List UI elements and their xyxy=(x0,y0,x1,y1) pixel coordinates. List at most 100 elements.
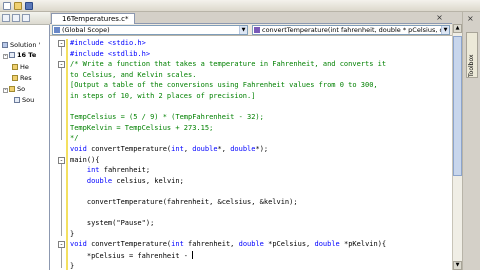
save-icon[interactable] xyxy=(25,2,33,10)
fold-toggle-icon[interactable]: - xyxy=(58,61,65,69)
code-token: double xyxy=(86,176,113,185)
code-token: int xyxy=(171,240,184,249)
close-icon[interactable]: × xyxy=(435,13,444,22)
code-token: double xyxy=(314,240,340,249)
source-file-node[interactable]: Sou xyxy=(14,96,34,104)
code-token: , xyxy=(183,145,193,153)
code-token: to Celsius, and Kelvin scales. xyxy=(70,70,197,79)
top-toolbar xyxy=(0,0,480,12)
fold-toggle-icon[interactable]: - xyxy=(58,241,65,249)
code-line: void convertTemperature(int fahrenheit, … xyxy=(70,240,386,249)
code-token: in steps of 10, with 2 places of precisi… xyxy=(70,92,256,100)
close-icon[interactable]: × xyxy=(467,14,474,23)
chevron-down-icon: ▼ xyxy=(239,26,247,34)
code-editor[interactable]: - - - - #include <stdio.h> #include <stdlib.… xyxy=(50,36,452,270)
code-token: TempKelvin = TempCelsius + 273.15; xyxy=(70,123,214,132)
code-token: #include <stdio.h> xyxy=(70,39,146,47)
outline-line xyxy=(61,68,62,141)
code-line: #include <stdio.h> xyxy=(70,39,146,48)
code-line: void convertTemperature(int, double*, do… xyxy=(70,145,268,154)
code-token: int xyxy=(86,166,100,175)
code-token: } xyxy=(70,261,75,270)
project-node[interactable]: -16 Te xyxy=(3,51,36,59)
code-token: *pCelsius, xyxy=(263,240,315,249)
code-line: to Celsius, and Kelvin scales. xyxy=(70,71,196,80)
collapse-icon[interactable]: - xyxy=(3,54,8,59)
open-folder-icon[interactable] xyxy=(14,2,22,10)
c-file-icon xyxy=(14,97,20,103)
solution-node[interactable]: Solution ' xyxy=(2,41,40,49)
show-all-files-icon[interactable] xyxy=(12,14,20,22)
code-token: *pKelvin){ xyxy=(339,240,387,249)
text-caret xyxy=(192,251,194,259)
vertical-scrollbar[interactable]: ▲ ▼ xyxy=(452,24,462,270)
code-line: system("Pause"); xyxy=(70,219,154,228)
code-token: celsius, kelvin; xyxy=(112,176,184,185)
outline-line xyxy=(61,163,62,236)
code-token: #include <stdlib.h> xyxy=(70,49,151,58)
code-token: double xyxy=(238,240,264,249)
folder-icon xyxy=(9,86,15,92)
scroll-down-icon[interactable]: ▼ xyxy=(453,261,462,270)
scope-combo[interactable]: (Global Scope) ▼ xyxy=(52,25,248,35)
code-line: */ xyxy=(70,134,78,143)
scroll-up-icon[interactable]: ▲ xyxy=(453,24,462,33)
code-token: void xyxy=(70,240,87,249)
code-token: [Output a table of the conversions using… xyxy=(70,81,378,90)
properties-icon[interactable] xyxy=(2,14,10,22)
scroll-thumb[interactable] xyxy=(453,36,462,176)
editor-tab-row: 16Temperatures.c* × xyxy=(50,12,452,24)
code-line: in steps of 10, with 2 places of precisi… xyxy=(70,92,255,101)
code-line: } xyxy=(70,262,74,270)
folder-icon xyxy=(12,64,18,70)
folder-header-files[interactable]: He xyxy=(12,63,29,71)
refresh-icon[interactable] xyxy=(22,14,30,22)
code-token: convertTemperature( xyxy=(86,145,172,153)
project-icon xyxy=(9,52,15,58)
code-token: convertTemperature(fahrenheit, &celsius,… xyxy=(70,198,298,206)
code-token: TempCelsius = (5 / 9) * (TempFahrenheit … xyxy=(70,113,264,122)
code-token: } xyxy=(70,229,75,238)
code-token: */ xyxy=(70,134,79,143)
code-token: fahrenheit, xyxy=(183,240,239,249)
toolbox-tab[interactable]: Toolbox xyxy=(466,32,478,78)
folder-resource-files[interactable]: Res xyxy=(12,74,32,82)
code-line: int fahrenheit; xyxy=(70,166,150,175)
code-token: convertTemperature( xyxy=(86,240,172,249)
solution-icon xyxy=(2,42,8,48)
code-token: *, xyxy=(217,145,231,153)
fold-toggle-icon[interactable]: - xyxy=(58,40,65,47)
solution-explorer: Solution ' -16 Te He Res - So Sou xyxy=(0,12,50,270)
function-icon xyxy=(254,27,260,33)
indicator-margin xyxy=(50,36,58,270)
code-line: } xyxy=(70,230,74,239)
code-line: convertTemperature(fahrenheit, &celsius,… xyxy=(70,198,298,207)
code-token: *pCelsius = fahrenheit - xyxy=(70,252,193,260)
scope-icon xyxy=(54,27,60,33)
member-combo[interactable]: convertTemperature(int fahrenheit, doubl… xyxy=(252,25,450,35)
code-line: TempKelvin = TempCelsius + 273.15; xyxy=(70,124,213,133)
code-line: [Output a table of the conversions using… xyxy=(70,81,378,90)
fold-toggle-icon[interactable]: - xyxy=(58,156,65,164)
solution-explorer-toolbar xyxy=(0,12,50,25)
code-token: system("Pause"); xyxy=(70,219,155,228)
chevron-down-icon: ▼ xyxy=(441,26,449,34)
code-token: /* Write a function that takes a tempera… xyxy=(70,60,387,69)
code-line: /* Write a function that takes a tempera… xyxy=(70,60,386,69)
folder-source-files[interactable]: - So xyxy=(3,85,25,93)
outline-line xyxy=(61,47,62,56)
folder-icon xyxy=(12,75,18,81)
code-token: fahrenheit; xyxy=(99,166,151,175)
code-token: int xyxy=(171,145,184,153)
code-token: double xyxy=(230,145,256,153)
code-line: TempCelsius = (5 / 9) * (TempFahrenheit … xyxy=(70,113,264,122)
code-token: main(){ xyxy=(70,155,100,164)
right-dock-strip: × Toolbox xyxy=(462,12,480,270)
new-file-icon[interactable] xyxy=(3,2,11,10)
code-line: double celsius, kelvin; xyxy=(70,177,184,186)
collapse-icon[interactable]: - xyxy=(3,88,8,93)
tab-16temperatures[interactable]: 16Temperatures.c* xyxy=(51,13,136,24)
code-token: void xyxy=(70,145,87,153)
